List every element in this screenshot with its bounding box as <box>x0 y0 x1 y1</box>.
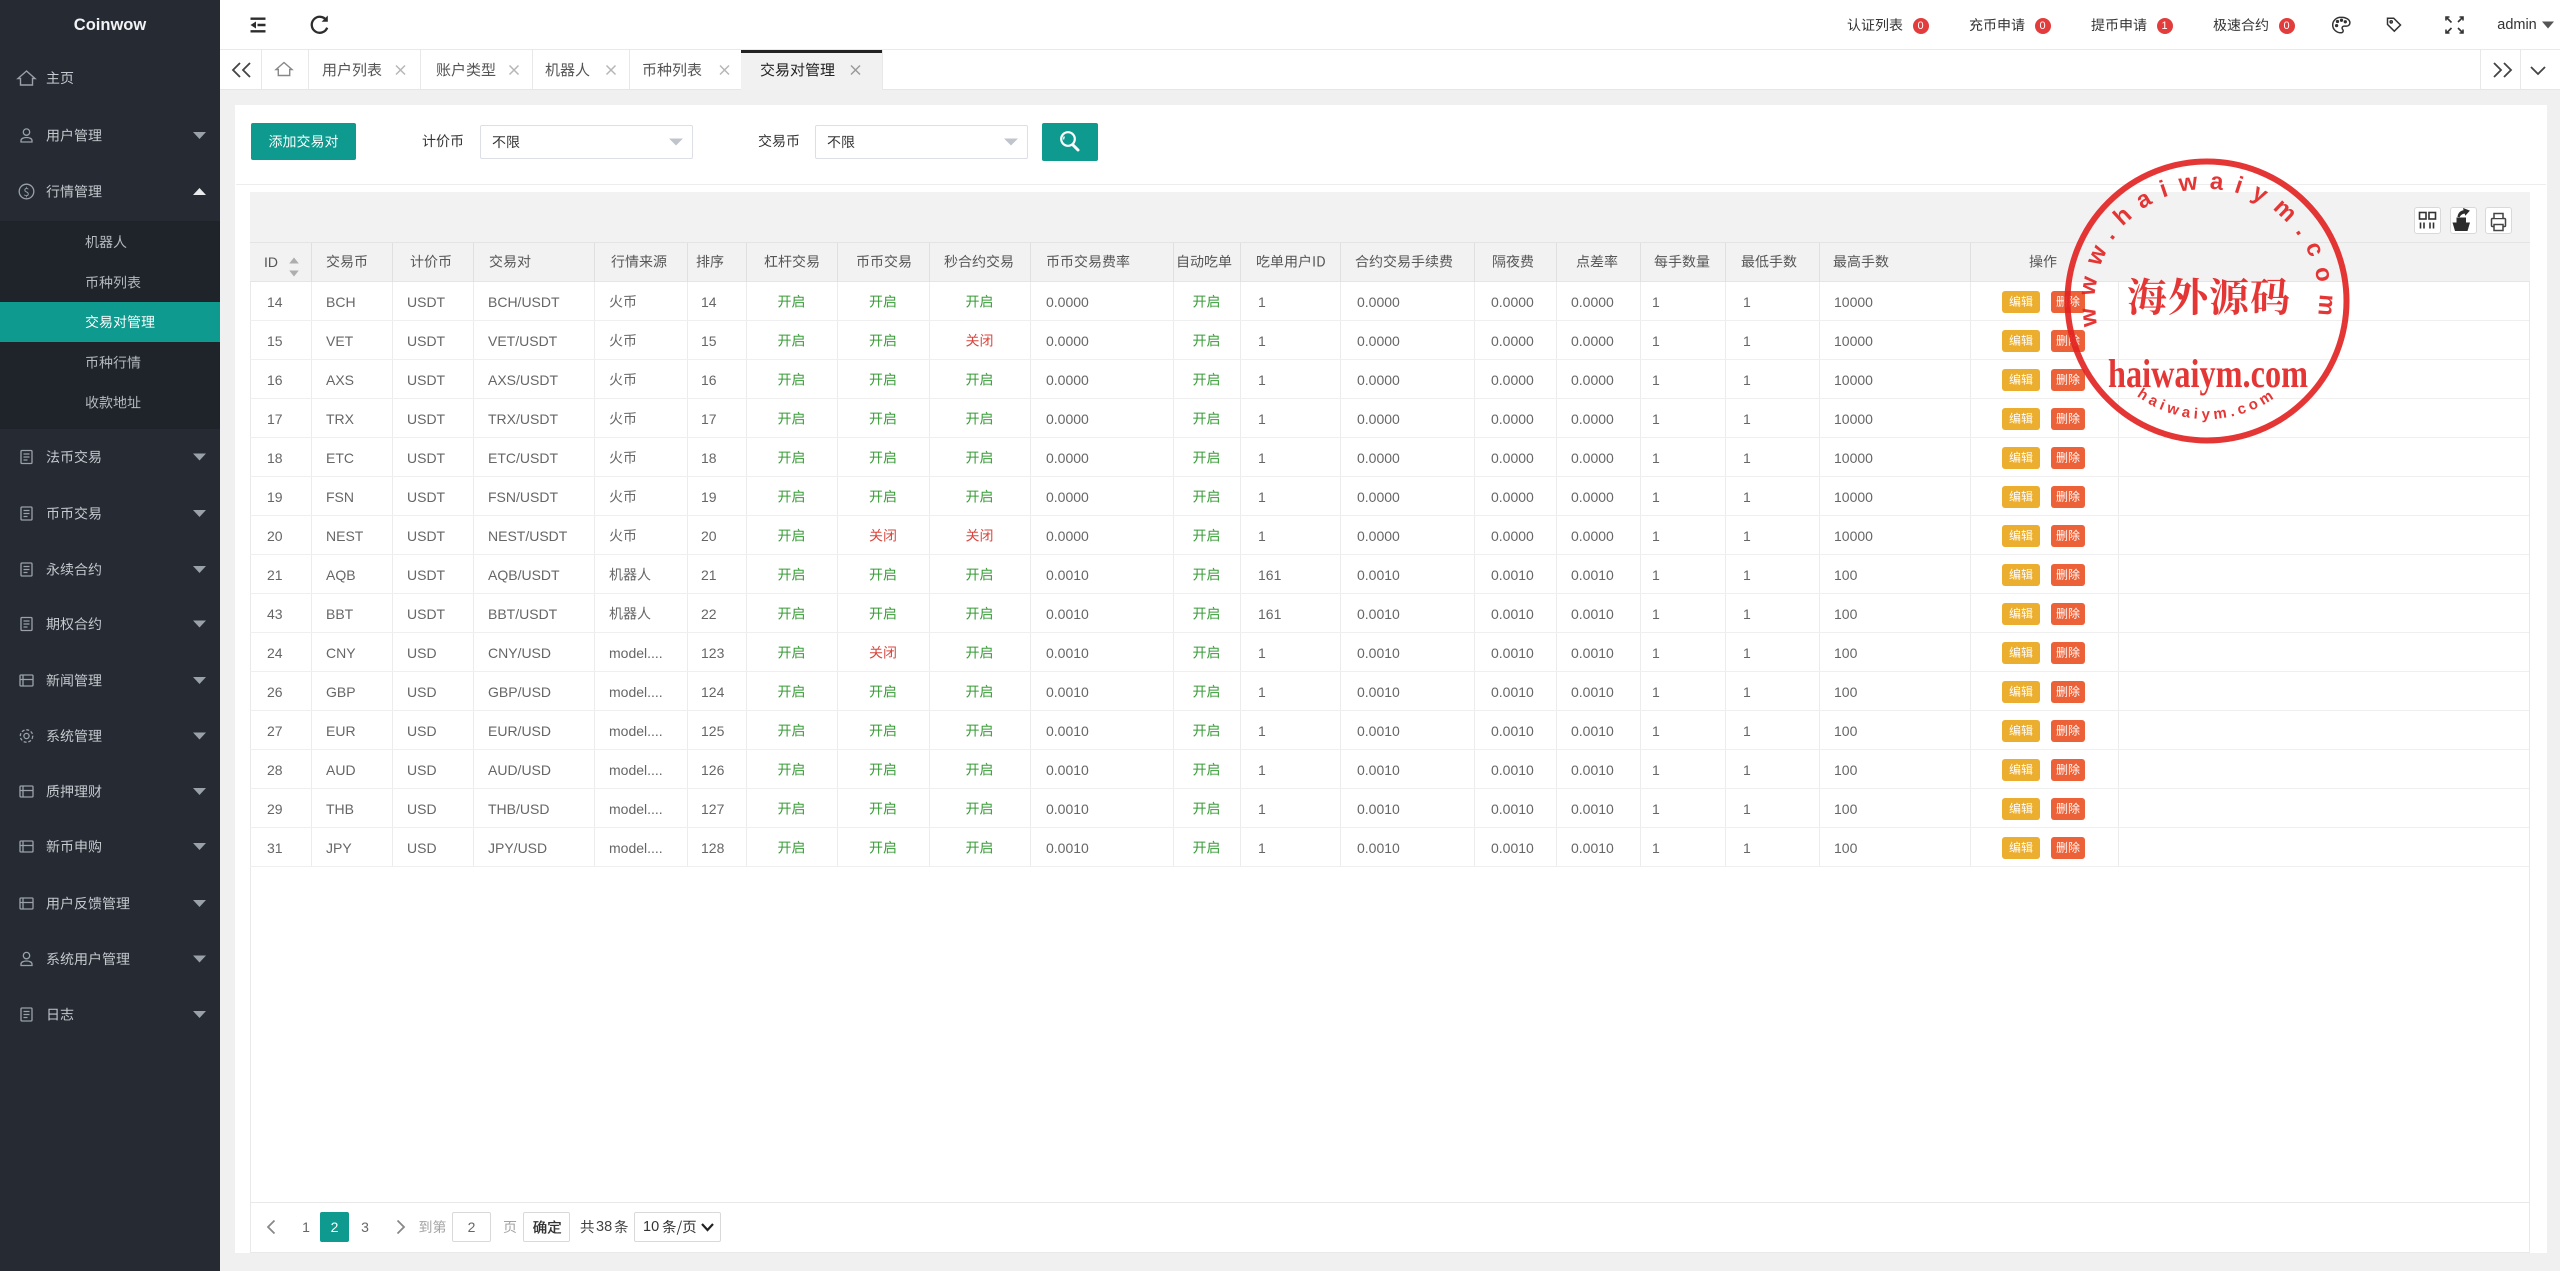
svg-text:haiwaiym.com: haiwaiym.com <box>2108 351 2308 396</box>
svg-text:www.haiwaiym.com: www.haiwaiym.com <box>2073 167 2341 329</box>
